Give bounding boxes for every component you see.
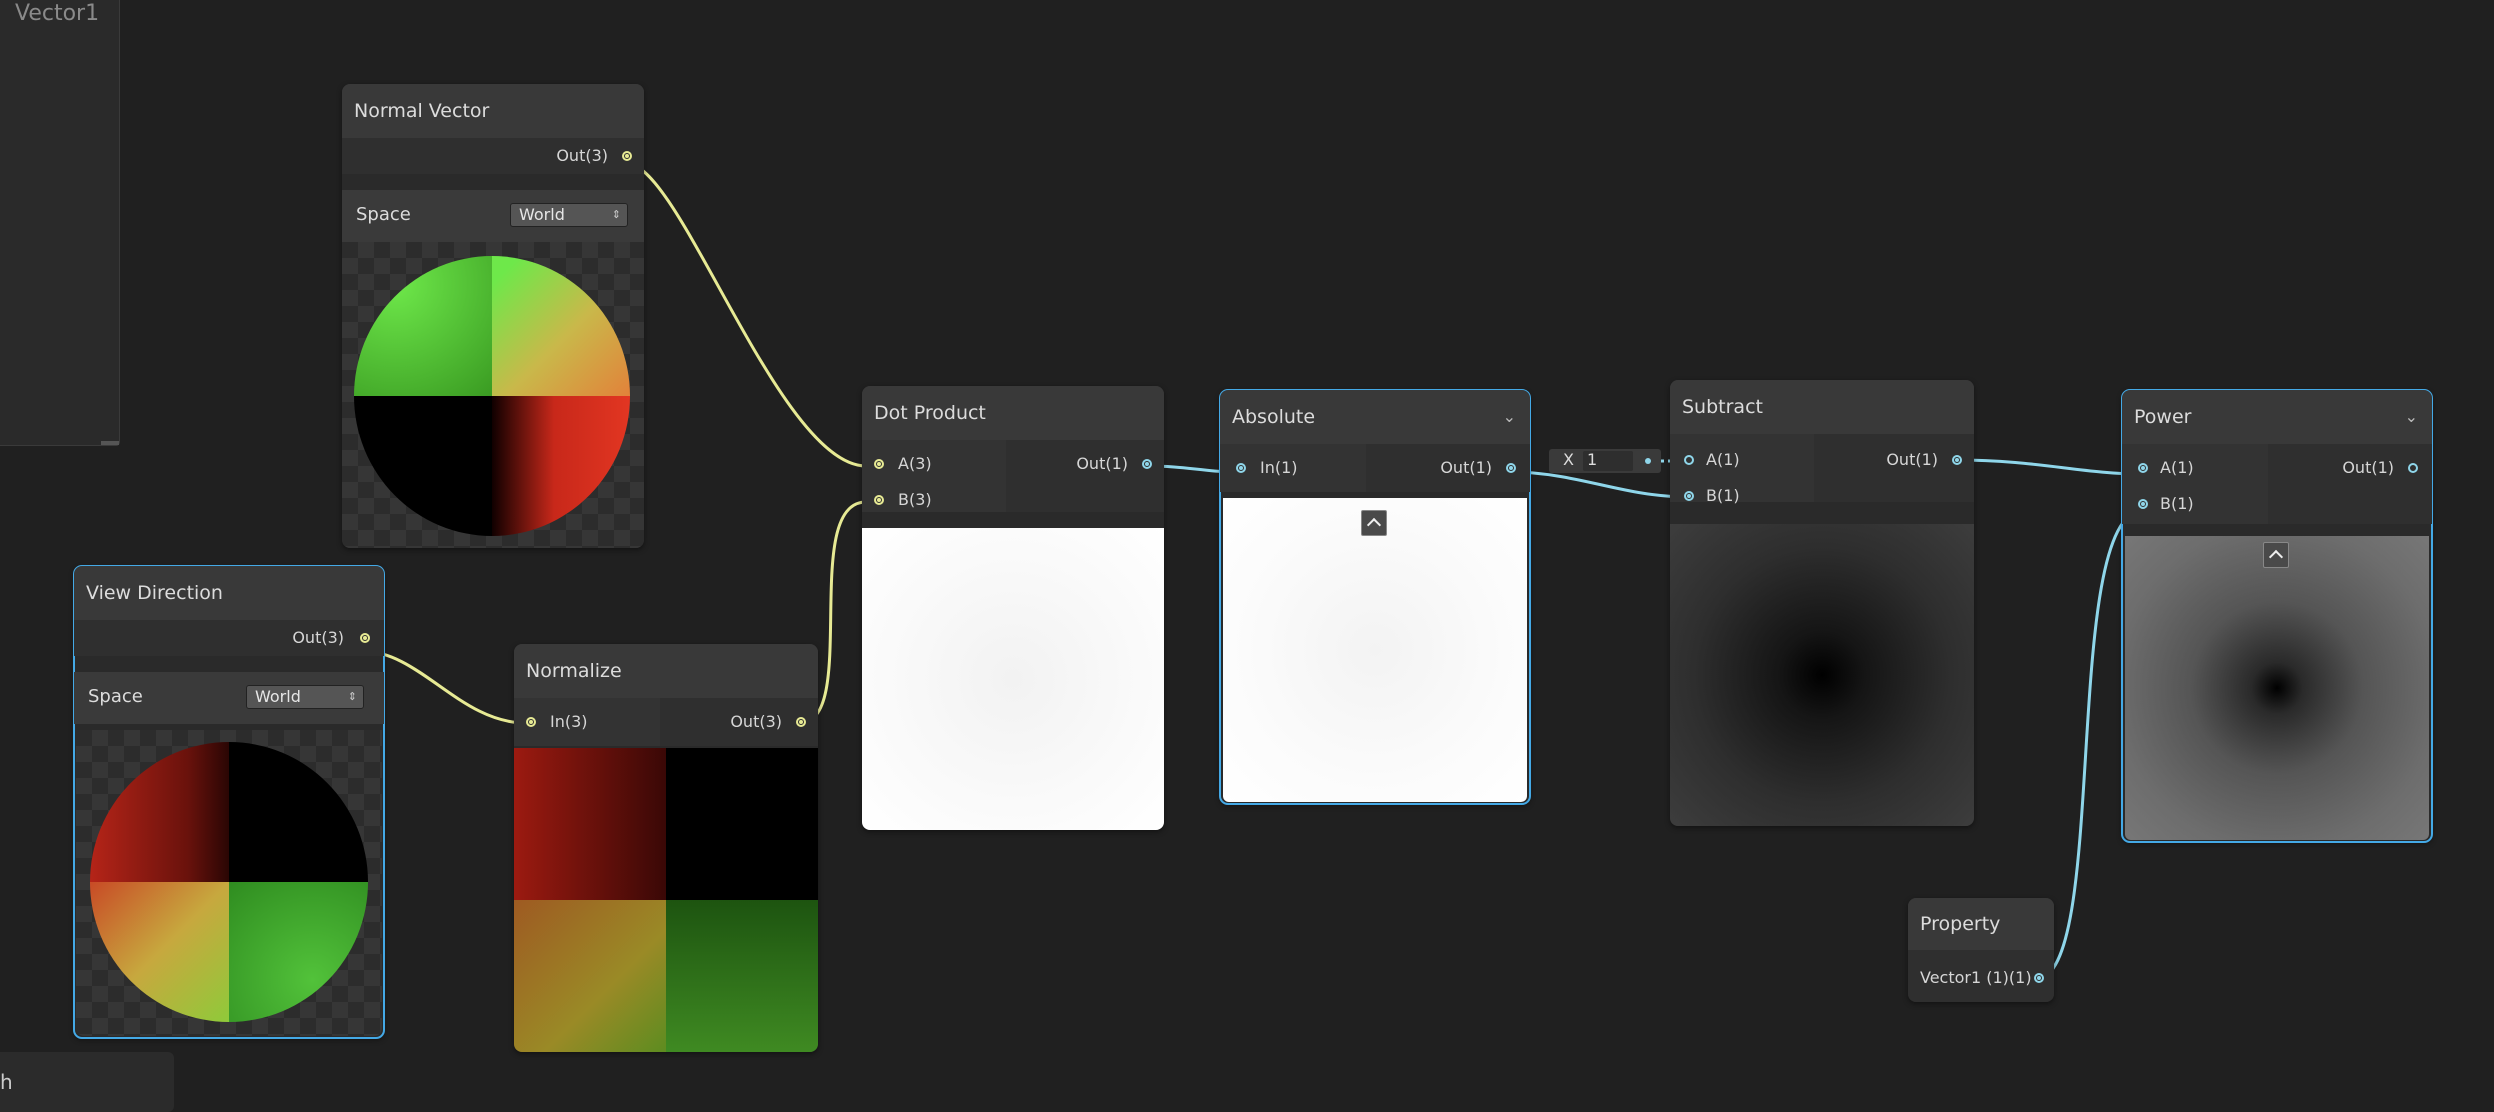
space-dropdown-value: World <box>519 205 565 224</box>
port-b-dot[interactable] <box>1684 491 1694 501</box>
graph-canvas[interactable]: Vector1 h Normal Vector Out(3) Space Wor… <box>0 0 2494 1112</box>
node-normalize[interactable]: Normalize In(3) Out(3) <box>514 644 818 1052</box>
wire-normal-to-dot-a <box>627 162 867 468</box>
port-out-label: Out(1) <box>1886 450 1938 469</box>
node-power[interactable]: Power ⌄ A(1) B(1) Out(1) <box>2121 389 2433 843</box>
inline-x-value: 1 <box>1587 450 1598 469</box>
port-out-dot[interactable] <box>622 151 632 161</box>
node-title: View Direction <box>74 566 384 620</box>
port-b-label: B(3) <box>898 490 932 509</box>
wire-absolute-to-subtract-b <box>1507 470 1691 499</box>
node-property[interactable]: Property Vector1 (1)(1) <box>1908 898 2054 1002</box>
port-out-dot[interactable] <box>2034 973 2044 983</box>
node-preview <box>342 242 644 548</box>
node-ports: Vector1 (1)(1) <box>1908 950 2054 1002</box>
port-out-label: Out(1) <box>2342 458 2394 477</box>
port-a-dot[interactable] <box>2138 463 2148 473</box>
port-out-dot[interactable] <box>1506 463 1516 473</box>
resize-handle[interactable] <box>101 441 119 445</box>
space-label: Space <box>88 686 143 707</box>
subtract-a-inline-value[interactable]: X 1 <box>1549 449 1661 473</box>
collapse-preview-icon[interactable] <box>2263 542 2289 568</box>
port-a-dot[interactable] <box>874 459 884 469</box>
port-out-label: Out(3) <box>556 146 608 165</box>
node-preview <box>2125 536 2429 840</box>
port-a-label: A(1) <box>1706 450 1740 469</box>
inspector-panel-partial[interactable]: h <box>0 1052 174 1112</box>
chevron-down-icon[interactable]: ⌄ <box>2405 390 2418 444</box>
dropdown-arrow-icon: ⇕ <box>611 208 621 221</box>
node-ports: Out(3) <box>342 138 644 174</box>
node-title: Dot Product <box>862 386 1164 440</box>
node-title: Power ⌄ <box>2122 390 2432 444</box>
node-normal-vector[interactable]: Normal Vector Out(3) Space World ⇕ <box>342 84 644 548</box>
port-out-label: Out(1) <box>1440 458 1492 477</box>
port-b-label: B(1) <box>2160 494 2194 513</box>
wire-view-to-normalize <box>361 649 527 725</box>
node-dot-product[interactable]: Dot Product A(3) B(3) Out(1) <box>862 386 1164 830</box>
inline-x-label: X <box>1563 450 1574 469</box>
node-ports: In(3) Out(3) <box>514 698 818 746</box>
preview-sphere <box>354 256 630 536</box>
port-out-label: Out(3) <box>292 628 344 647</box>
port-out-dot[interactable] <box>796 717 806 727</box>
collapse-preview-icon[interactable] <box>1361 510 1387 536</box>
node-preview <box>862 528 1164 830</box>
node-title: Normalize <box>514 644 818 698</box>
wire-subtract-to-power-a <box>1955 458 2145 476</box>
port-out-dot[interactable] <box>360 633 370 643</box>
blackboard-title: Vector1 <box>15 1 100 26</box>
port-in-label: In(3) <box>550 712 588 731</box>
node-view-direction[interactable]: View Direction Out(3) Space World ⇕ <box>73 565 385 1039</box>
space-dropdown-value: World <box>255 687 301 706</box>
port-in-dot[interactable] <box>526 717 536 727</box>
port-out-label: Out(3) <box>730 712 782 731</box>
port-out-dot[interactable] <box>1952 455 1962 465</box>
port-a-dot[interactable] <box>1684 455 1694 465</box>
node-title: Absolute ⌄ <box>1220 390 1530 444</box>
chevron-down-icon[interactable]: ⌄ <box>1503 390 1516 444</box>
node-preview <box>76 730 382 1036</box>
node-title-text: Power <box>2134 406 2192 428</box>
space-dropdown[interactable]: World ⇕ <box>246 685 364 709</box>
inspector-panel-label: h <box>0 1070 13 1094</box>
node-ports: Out(3) <box>74 620 384 656</box>
node-ports: A(3) B(3) Out(1) <box>862 440 1164 512</box>
node-preview <box>1223 498 1527 802</box>
dropdown-arrow-icon: ⇕ <box>347 690 357 703</box>
node-absolute[interactable]: Absolute ⌄ In(1) Out(1) <box>1219 389 1531 805</box>
node-subtract[interactable]: Subtract A(1) B(1) Out(1) <box>1670 380 1974 826</box>
port-a-label: A(1) <box>2160 458 2194 477</box>
node-preview <box>514 748 818 1052</box>
port-in-dot[interactable] <box>1236 463 1246 473</box>
node-title: Property <box>1908 898 2054 950</box>
inline-x-field[interactable]: 1 <box>1583 450 1633 471</box>
node-title: Normal Vector <box>342 84 644 138</box>
port-out-label: Out(1) <box>1076 454 1128 473</box>
blackboard-panel[interactable]: Vector1 <box>0 0 120 446</box>
node-preview <box>1670 524 1974 826</box>
port-in-label: In(1) <box>1260 458 1298 477</box>
node-title: Subtract <box>1670 380 1974 434</box>
node-ports: A(1) B(1) Out(1) <box>2122 444 2432 524</box>
inline-connector-dot <box>1645 458 1651 464</box>
port-a-label: A(3) <box>898 454 932 473</box>
preview-sphere <box>90 742 368 1022</box>
space-control: Space World ⇕ <box>74 672 384 724</box>
port-out-dot[interactable] <box>2408 463 2418 473</box>
node-ports: In(1) Out(1) <box>1220 444 1530 492</box>
space-label: Space <box>356 204 411 225</box>
input-column <box>2122 444 2268 524</box>
space-control: Space World ⇕ <box>342 190 644 242</box>
node-ports: A(1) B(1) Out(1) <box>1670 434 1974 505</box>
port-out-dot[interactable] <box>1142 459 1152 469</box>
node-title-text: Absolute <box>1232 406 1316 428</box>
port-b-dot[interactable] <box>2138 499 2148 509</box>
space-dropdown[interactable]: World ⇕ <box>510 203 628 227</box>
port-b-dot[interactable] <box>874 495 884 505</box>
port-out-label: Vector1 (1)(1) <box>1920 968 2032 987</box>
port-b-label: B(1) <box>1706 486 1740 505</box>
